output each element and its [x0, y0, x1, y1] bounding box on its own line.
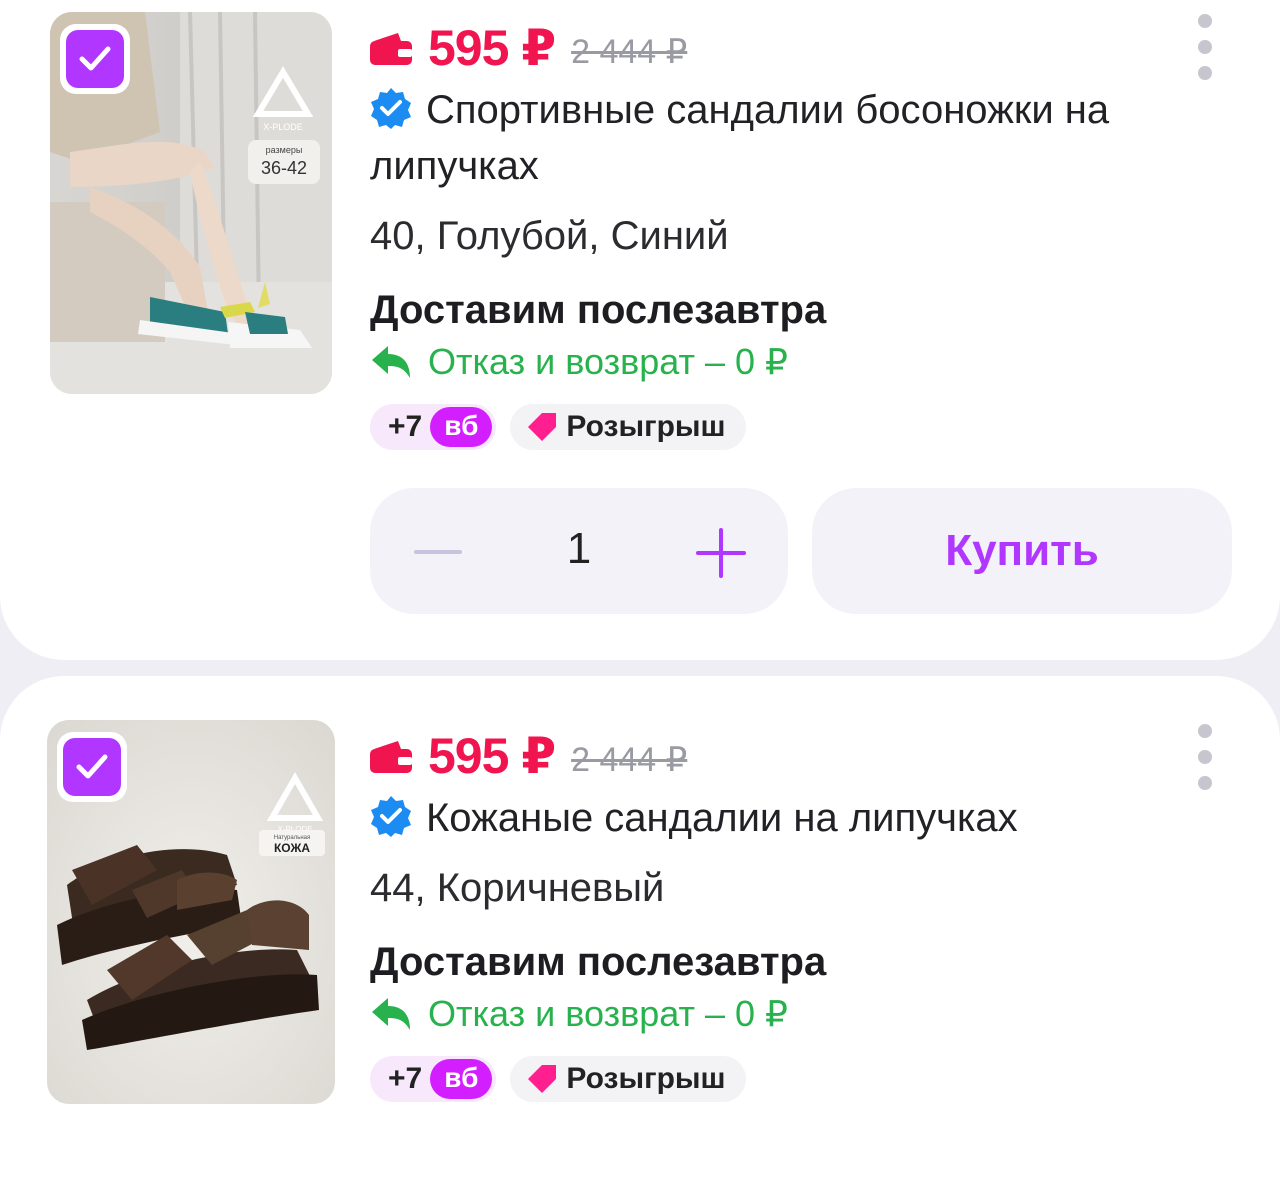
more-options-button[interactable] [1198, 724, 1212, 802]
more-options-button[interactable] [1198, 14, 1212, 92]
product-photo[interactable]: X-PLODE размеры 36-42 [50, 12, 332, 394]
more-vertical-icon [1198, 14, 1212, 28]
points-unit: вб [430, 407, 493, 447]
brand-logo-text: X-PLODE [263, 122, 303, 132]
product-photo[interactable]: X-PLODE Натуральная КОЖА [47, 720, 335, 1104]
delivery-info: Доставим послезавтра [370, 940, 827, 984]
points-value: +7 [388, 410, 423, 443]
points-badge[interactable]: +7 вб [370, 404, 497, 450]
select-checkbox[interactable] [60, 24, 130, 94]
points-badge[interactable]: +7 вб [370, 1056, 497, 1102]
select-checkbox[interactable] [57, 732, 127, 802]
product-info: 595 ₽ 2 444 ₽ Кожаные сандалии на липучк… [370, 726, 1230, 1102]
verified-icon [371, 796, 411, 837]
return-info: Отказ и возврат – 0 ₽ [370, 336, 1230, 388]
wallet-icon [370, 741, 412, 773]
return-arrow-icon [372, 346, 410, 378]
return-text: Отказ и возврат – 0 ₽ [428, 341, 788, 382]
raffle-badge[interactable]: Розыгрыш [510, 1056, 746, 1102]
product-title-text: Кожаные сандалии на липучках [426, 796, 1018, 840]
points-value: +7 [388, 1062, 423, 1095]
price: 595 ₽ [428, 728, 556, 784]
quantity-stepper: 1 [370, 488, 788, 614]
product-title[interactable]: Спортивные сандалии босоножки на липучка… [370, 82, 1230, 194]
check-icon [79, 46, 111, 71]
raffle-label: Розыгрыш [566, 1062, 726, 1095]
price: 595 ₽ [428, 20, 556, 76]
check-icon [76, 754, 108, 779]
delivery-info: Доставим послезавтра [370, 288, 827, 332]
product-card-2: X-PLODE Натуральная КОЖА 595 ₽ 2 444 ₽ К… [0, 676, 1280, 1196]
return-arrow-icon [372, 998, 410, 1030]
size-label: размеры [266, 145, 303, 155]
old-price: 2 444 ₽ [571, 33, 688, 71]
buy-button[interactable]: Купить [812, 488, 1232, 614]
product-title[interactable]: Кожаные сандалии на липучках [370, 790, 1230, 846]
raffle-badge[interactable]: Розыгрыш [510, 404, 746, 450]
material-value: КОЖА [274, 841, 310, 855]
size-value: 36-42 [261, 158, 307, 178]
old-price: 2 444 ₽ [571, 741, 688, 779]
plus-icon[interactable] [696, 528, 746, 578]
raffle-tag-icon [528, 413, 557, 441]
verified-icon [371, 88, 411, 129]
raffle-tag-icon [528, 1065, 557, 1093]
product-info: 595 ₽ 2 444 ₽ Спортивные сандалии босоно… [370, 18, 1230, 450]
product-card-1: X-PLODE размеры 36-42 595 ₽ 2 444 ₽ Спор… [0, 0, 1280, 660]
return-info: Отказ и возврат – 0 ₽ [370, 988, 1230, 1040]
points-unit: вб [430, 1059, 493, 1099]
return-text: Отказ и возврат – 0 ₽ [428, 993, 788, 1034]
wallet-icon [370, 33, 412, 65]
product-variant: 40, Голубой, Синий [370, 214, 729, 258]
raffle-label: Розыгрыш [566, 410, 726, 443]
product-variant: 44, Коричневый [370, 866, 665, 910]
product-title-text: Спортивные сандалии босоножки на липучка… [370, 88, 1110, 188]
more-vertical-icon [1198, 724, 1212, 738]
